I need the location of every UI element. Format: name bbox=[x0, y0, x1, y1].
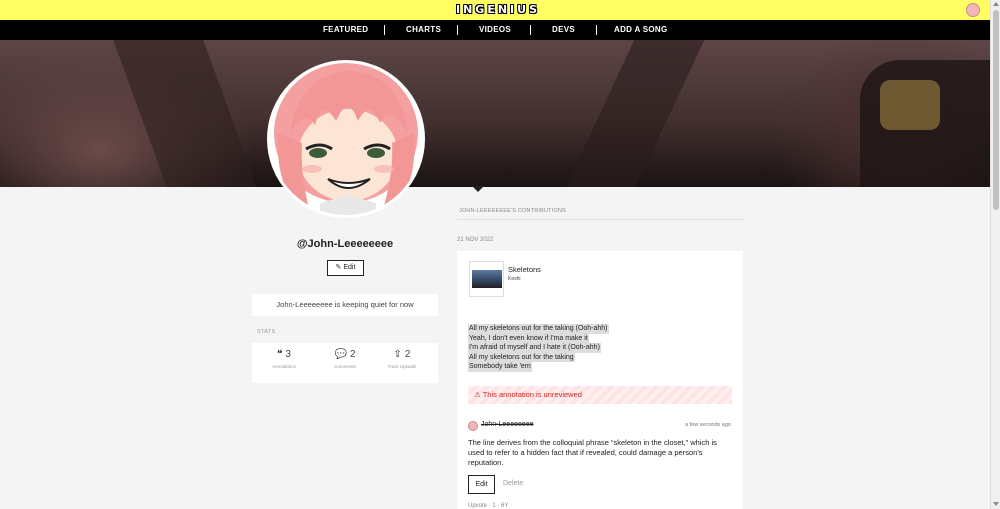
top-bar: INGENIUS bbox=[0, 0, 990, 20]
user-menu-avatar[interactable] bbox=[966, 3, 980, 17]
stat-annotations-label: Annotations bbox=[272, 364, 296, 369]
divider bbox=[457, 219, 744, 220]
upvote-button[interactable]: Upvote · 1 · 6Y bbox=[468, 503, 508, 509]
edit-annotation-button[interactable]: Edit bbox=[468, 475, 495, 494]
lyric-line: Somebody take 'em bbox=[468, 362, 532, 372]
song-cover-art[interactable] bbox=[469, 261, 504, 297]
main-nav: FEATURED CHARTS VIDEOS DEVS ADD A SONG bbox=[0, 20, 990, 40]
profile-banner bbox=[0, 40, 990, 187]
comment-icon: 💬 bbox=[334, 349, 347, 360]
unreviewed-notice: ⚠ This annotation is unreviewed bbox=[468, 386, 732, 404]
page-scrollbar[interactable] bbox=[990, 0, 1000, 509]
nav-featured[interactable]: FEATURED bbox=[323, 25, 368, 34]
nav-divider bbox=[384, 25, 385, 35]
contributions-heading: JOHN-LEEEEEEEE'S CONTRIBUTIONS bbox=[459, 208, 566, 214]
song-artist[interactable]: Keshi bbox=[508, 276, 521, 282]
annotator-username[interactable]: John-Leeeeeeee bbox=[481, 421, 534, 428]
pencil-icon: ✎ bbox=[335, 264, 342, 271]
stat-track-uploads-value: 2 bbox=[404, 349, 411, 360]
nav-videos[interactable]: VIDEOS bbox=[479, 25, 511, 34]
upload-icon: ⇪ bbox=[393, 349, 402, 360]
lyric-line: Yeah, I don't even know if I'ma make it bbox=[468, 333, 589, 343]
nav-add-song[interactable]: ADD A SONG bbox=[614, 25, 668, 34]
annotated-lyrics[interactable]: All my skeletons out for the taking (Ooh… bbox=[468, 324, 609, 372]
profile-bio: John-Leeeeeeee is keeping quiet for now bbox=[252, 294, 438, 316]
lyric-line: All my skeletons out for the taking bbox=[468, 352, 575, 362]
stat-comments[interactable]: 💬 2 Comments bbox=[316, 349, 374, 369]
edit-profile-button[interactable]: ✎ Edit bbox=[327, 260, 364, 276]
song-title[interactable]: Skeletons bbox=[508, 265, 541, 274]
stat-comments-label: Comments bbox=[334, 364, 356, 369]
stats-heading: STATS bbox=[257, 329, 276, 335]
scroll-up-arrow-icon[interactable] bbox=[993, 2, 999, 6]
nav-divider bbox=[530, 25, 531, 35]
annotation-card: Skeletons Keshi All my skeletons out for… bbox=[457, 251, 743, 509]
lyric-line: All my skeletons out for the taking (Ooh… bbox=[468, 324, 609, 334]
scroll-thumb[interactable] bbox=[993, 10, 999, 210]
contribution-date: 21 NOV 2022 bbox=[457, 237, 494, 243]
nav-charts[interactable]: CHARTS bbox=[406, 25, 441, 34]
lyric-line: I'm afraid of myself and I hate it (Ooh-… bbox=[468, 343, 601, 353]
nav-devs[interactable]: DEVS bbox=[552, 25, 575, 34]
site-logo[interactable]: INGENIUS bbox=[456, 3, 540, 16]
annotation-timestamp: a few seconds ago bbox=[685, 422, 731, 428]
section-pointer bbox=[472, 186, 484, 192]
profile-avatar bbox=[267, 60, 425, 218]
unreviewed-text: This annotation is unreviewed bbox=[482, 390, 582, 399]
quote-icon: ❝ bbox=[277, 349, 283, 360]
warning-icon: ⚠ bbox=[474, 390, 481, 399]
delete-annotation-button[interactable]: Delete bbox=[503, 480, 523, 487]
nav-divider bbox=[596, 25, 597, 35]
stats-panel: ❝ 3 Annotations 💬 2 Comments ⇪ 2 Track Uplo… bbox=[252, 343, 438, 383]
annotation-body: The line derives from the colloquial phr… bbox=[468, 438, 717, 467]
profile-username: @John-Leeeeeeee bbox=[296, 238, 394, 250]
stat-annotations[interactable]: ❝ 3 Annotations bbox=[255, 349, 313, 369]
stat-comments-value: 2 bbox=[349, 349, 356, 360]
annotator-avatar[interactable] bbox=[468, 421, 478, 431]
stat-annotations-value: 3 bbox=[285, 349, 291, 360]
scroll-down-arrow-icon[interactable] bbox=[993, 502, 999, 506]
stat-track-uploads-label: Track Uploads bbox=[387, 364, 417, 369]
nav-divider bbox=[457, 25, 458, 35]
stat-track-uploads[interactable]: ⇪ 2 Track Uploads bbox=[373, 349, 431, 369]
edit-profile-label: Edit bbox=[343, 264, 356, 271]
